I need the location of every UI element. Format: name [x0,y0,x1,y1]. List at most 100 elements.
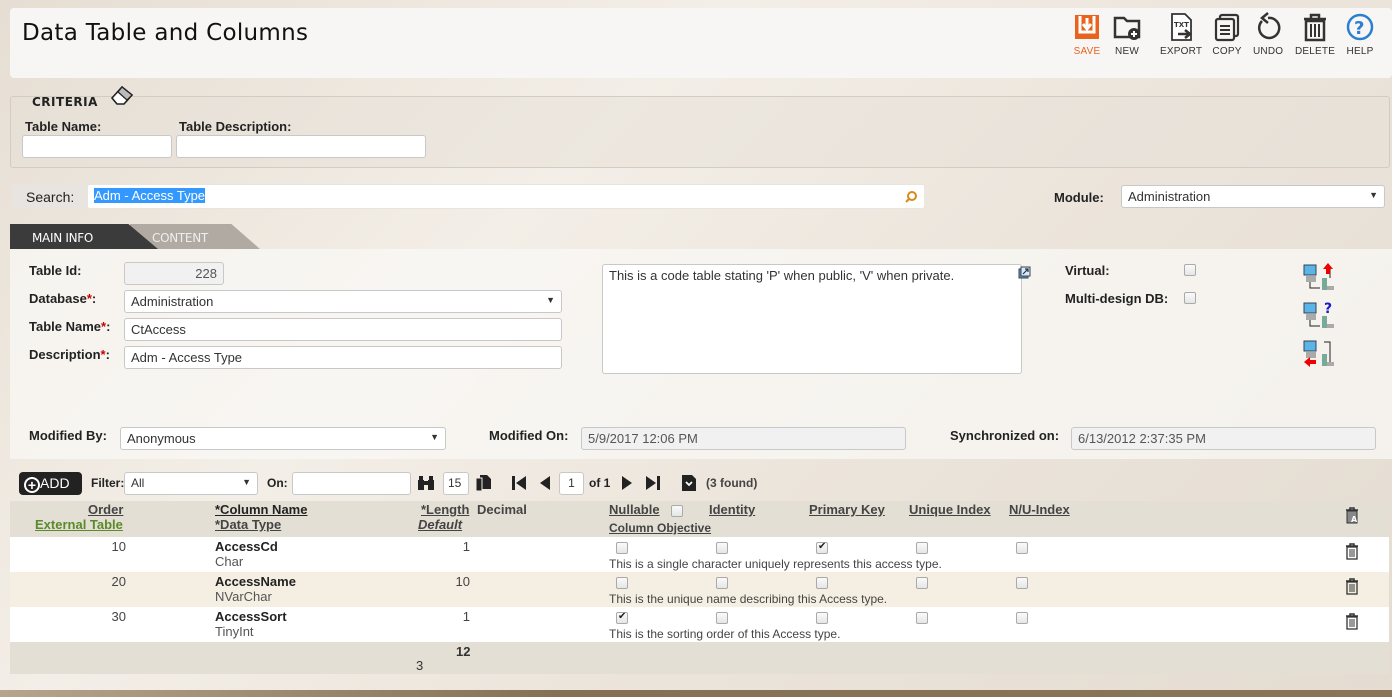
identity-checkbox[interactable] [716,577,728,589]
header-column-objective[interactable]: Column Objective [609,521,711,535]
modified-by-label: Modified By: [29,428,107,443]
help-icon: ? [1346,13,1374,41]
nullable-checkbox[interactable] [616,577,628,589]
sync-upload-icon[interactable] [1302,262,1336,292]
export-button[interactable]: TXT EXPORT [1160,12,1202,57]
unique-checkbox[interactable] [916,577,928,589]
unique-checkbox[interactable] [916,542,928,554]
row-count-total: 3 [416,658,424,673]
add-column-button[interactable]: + ADD [19,472,82,495]
header-data-type[interactable]: *Data Type [215,517,281,532]
page-size-input[interactable]: 15 [443,472,469,495]
nullable-select-all-checkbox[interactable] [671,505,683,517]
delete-row-icon[interactable] [1345,613,1359,630]
virtual-checkbox[interactable] [1184,264,1196,276]
module-select[interactable]: Administration [1121,185,1385,208]
header-length[interactable]: *Length [421,502,469,517]
unique-checkbox[interactable] [916,612,928,624]
search-input[interactable]: Adm - Access Type [88,185,924,208]
header-nu-index[interactable]: N/U-Index [1009,502,1070,517]
nullable-checkbox[interactable] [616,611,628,624]
column-name-cell[interactable]: AccessCd [215,539,278,554]
description-label: Description*: [29,347,110,362]
criteria-table-description-input[interactable] [176,135,426,158]
results-count: (3 found) [706,476,758,490]
save-button[interactable]: SAVE [1072,12,1102,57]
undo-icon [1258,12,1281,40]
sync-compare-icon[interactable]: ? [1302,300,1336,330]
pk-checkbox[interactable] [816,577,828,589]
table-name-input[interactable]: CtAccess [124,318,562,341]
header-decimal[interactable]: Decimal [477,502,527,517]
copy-icon [1214,13,1240,42]
column-objective-cell: This is a single character uniquely repr… [609,557,942,571]
column-objective-cell: This is the unique name describing this … [609,592,888,606]
header-identity[interactable]: Identity [709,502,755,517]
export-document-icon[interactable] [681,474,697,492]
table-row[interactable]: 20 AccessName NVarChar 10 This is the unique… [10,572,1389,607]
delete-all-icon[interactable]: A [1345,507,1359,524]
database-label: Database*: [29,291,97,306]
trash-icon [1304,13,1327,42]
length-total: 12 [456,644,471,659]
svg-text:TXT: TXT [1174,21,1189,29]
header-external-table[interactable]: External Table [35,517,123,532]
criteria-table-name-input[interactable] [22,135,172,158]
nu-checkbox[interactable] [1016,542,1028,554]
header-column-name[interactable]: *Column Name [215,502,307,517]
data-type-cell: NVarChar [215,589,272,604]
multi-design-checkbox[interactable] [1184,292,1196,304]
table-row[interactable]: 10 AccessCdChar 1 This is a single characte… [10,537,1389,572]
column-name-cell[interactable]: AccessSort [215,609,287,624]
table-id-field: 228 [124,262,224,285]
binoculars-icon[interactable] [417,474,435,492]
pk-checkbox[interactable] [816,541,828,554]
next-page-icon[interactable] [619,474,635,492]
order-cell: 30 [111,609,126,624]
bottom-border [0,690,1392,697]
database-select[interactable]: Administration [124,290,562,313]
sync-download-icon[interactable] [1302,338,1336,368]
synchronized-on-label: Synchronized on: [950,428,1060,443]
export-txt-icon: TXT [1171,13,1193,41]
eraser-icon[interactable] [110,84,136,106]
copy-button[interactable]: COPY [1212,12,1242,57]
header-unique-index[interactable]: Unique Index [909,502,991,517]
delete-row-icon[interactable] [1345,543,1359,560]
help-button[interactable]: ? HELP [1345,12,1375,57]
last-page-icon[interactable] [644,474,662,492]
data-type-cell: Char [215,554,244,569]
page-number-input[interactable]: 1 [559,472,584,495]
notes-textarea[interactable]: This is a code table stating 'P' when pu… [602,264,1022,374]
header-nullable[interactable]: Nullable [609,502,660,517]
identity-checkbox[interactable] [716,542,728,554]
on-input[interactable] [292,472,411,495]
delete-button[interactable]: DELETE [1295,12,1335,57]
first-page-icon[interactable] [510,474,528,492]
expand-editor-icon[interactable] [1018,266,1031,279]
pk-checkbox[interactable] [816,612,828,624]
header-default[interactable]: Default [418,517,462,532]
length-cell: 1 [462,539,470,554]
search-label: Search: [26,189,75,205]
header-order[interactable]: Order [88,502,123,517]
nullable-checkbox[interactable] [616,542,628,554]
table-row[interactable]: 30 AccessSortTinyInt 1 This is the sorting … [10,607,1389,642]
new-button[interactable]: NEW [1112,12,1142,57]
identity-checkbox[interactable] [716,612,728,624]
modified-on-field: 5/9/2017 12:06 PM [581,427,906,450]
delete-row-icon[interactable] [1345,578,1359,595]
modified-on-label: Modified On: [489,428,569,443]
length-cell: 10 [455,574,470,589]
nu-checkbox[interactable] [1016,612,1028,624]
filter-select[interactable]: All [124,472,258,495]
nu-checkbox[interactable] [1016,577,1028,589]
copy-rows-icon[interactable] [474,474,492,492]
undo-button[interactable]: UNDO [1253,12,1283,57]
previous-page-icon[interactable] [537,474,553,492]
column-name-cell[interactable]: AccessName [215,574,296,589]
header-primary-key[interactable]: Primary Key [809,502,885,517]
modified-by-select[interactable]: Anonymous [120,427,446,450]
search-icon[interactable] [904,190,918,204]
description-input[interactable]: Adm - Access Type [124,346,562,369]
